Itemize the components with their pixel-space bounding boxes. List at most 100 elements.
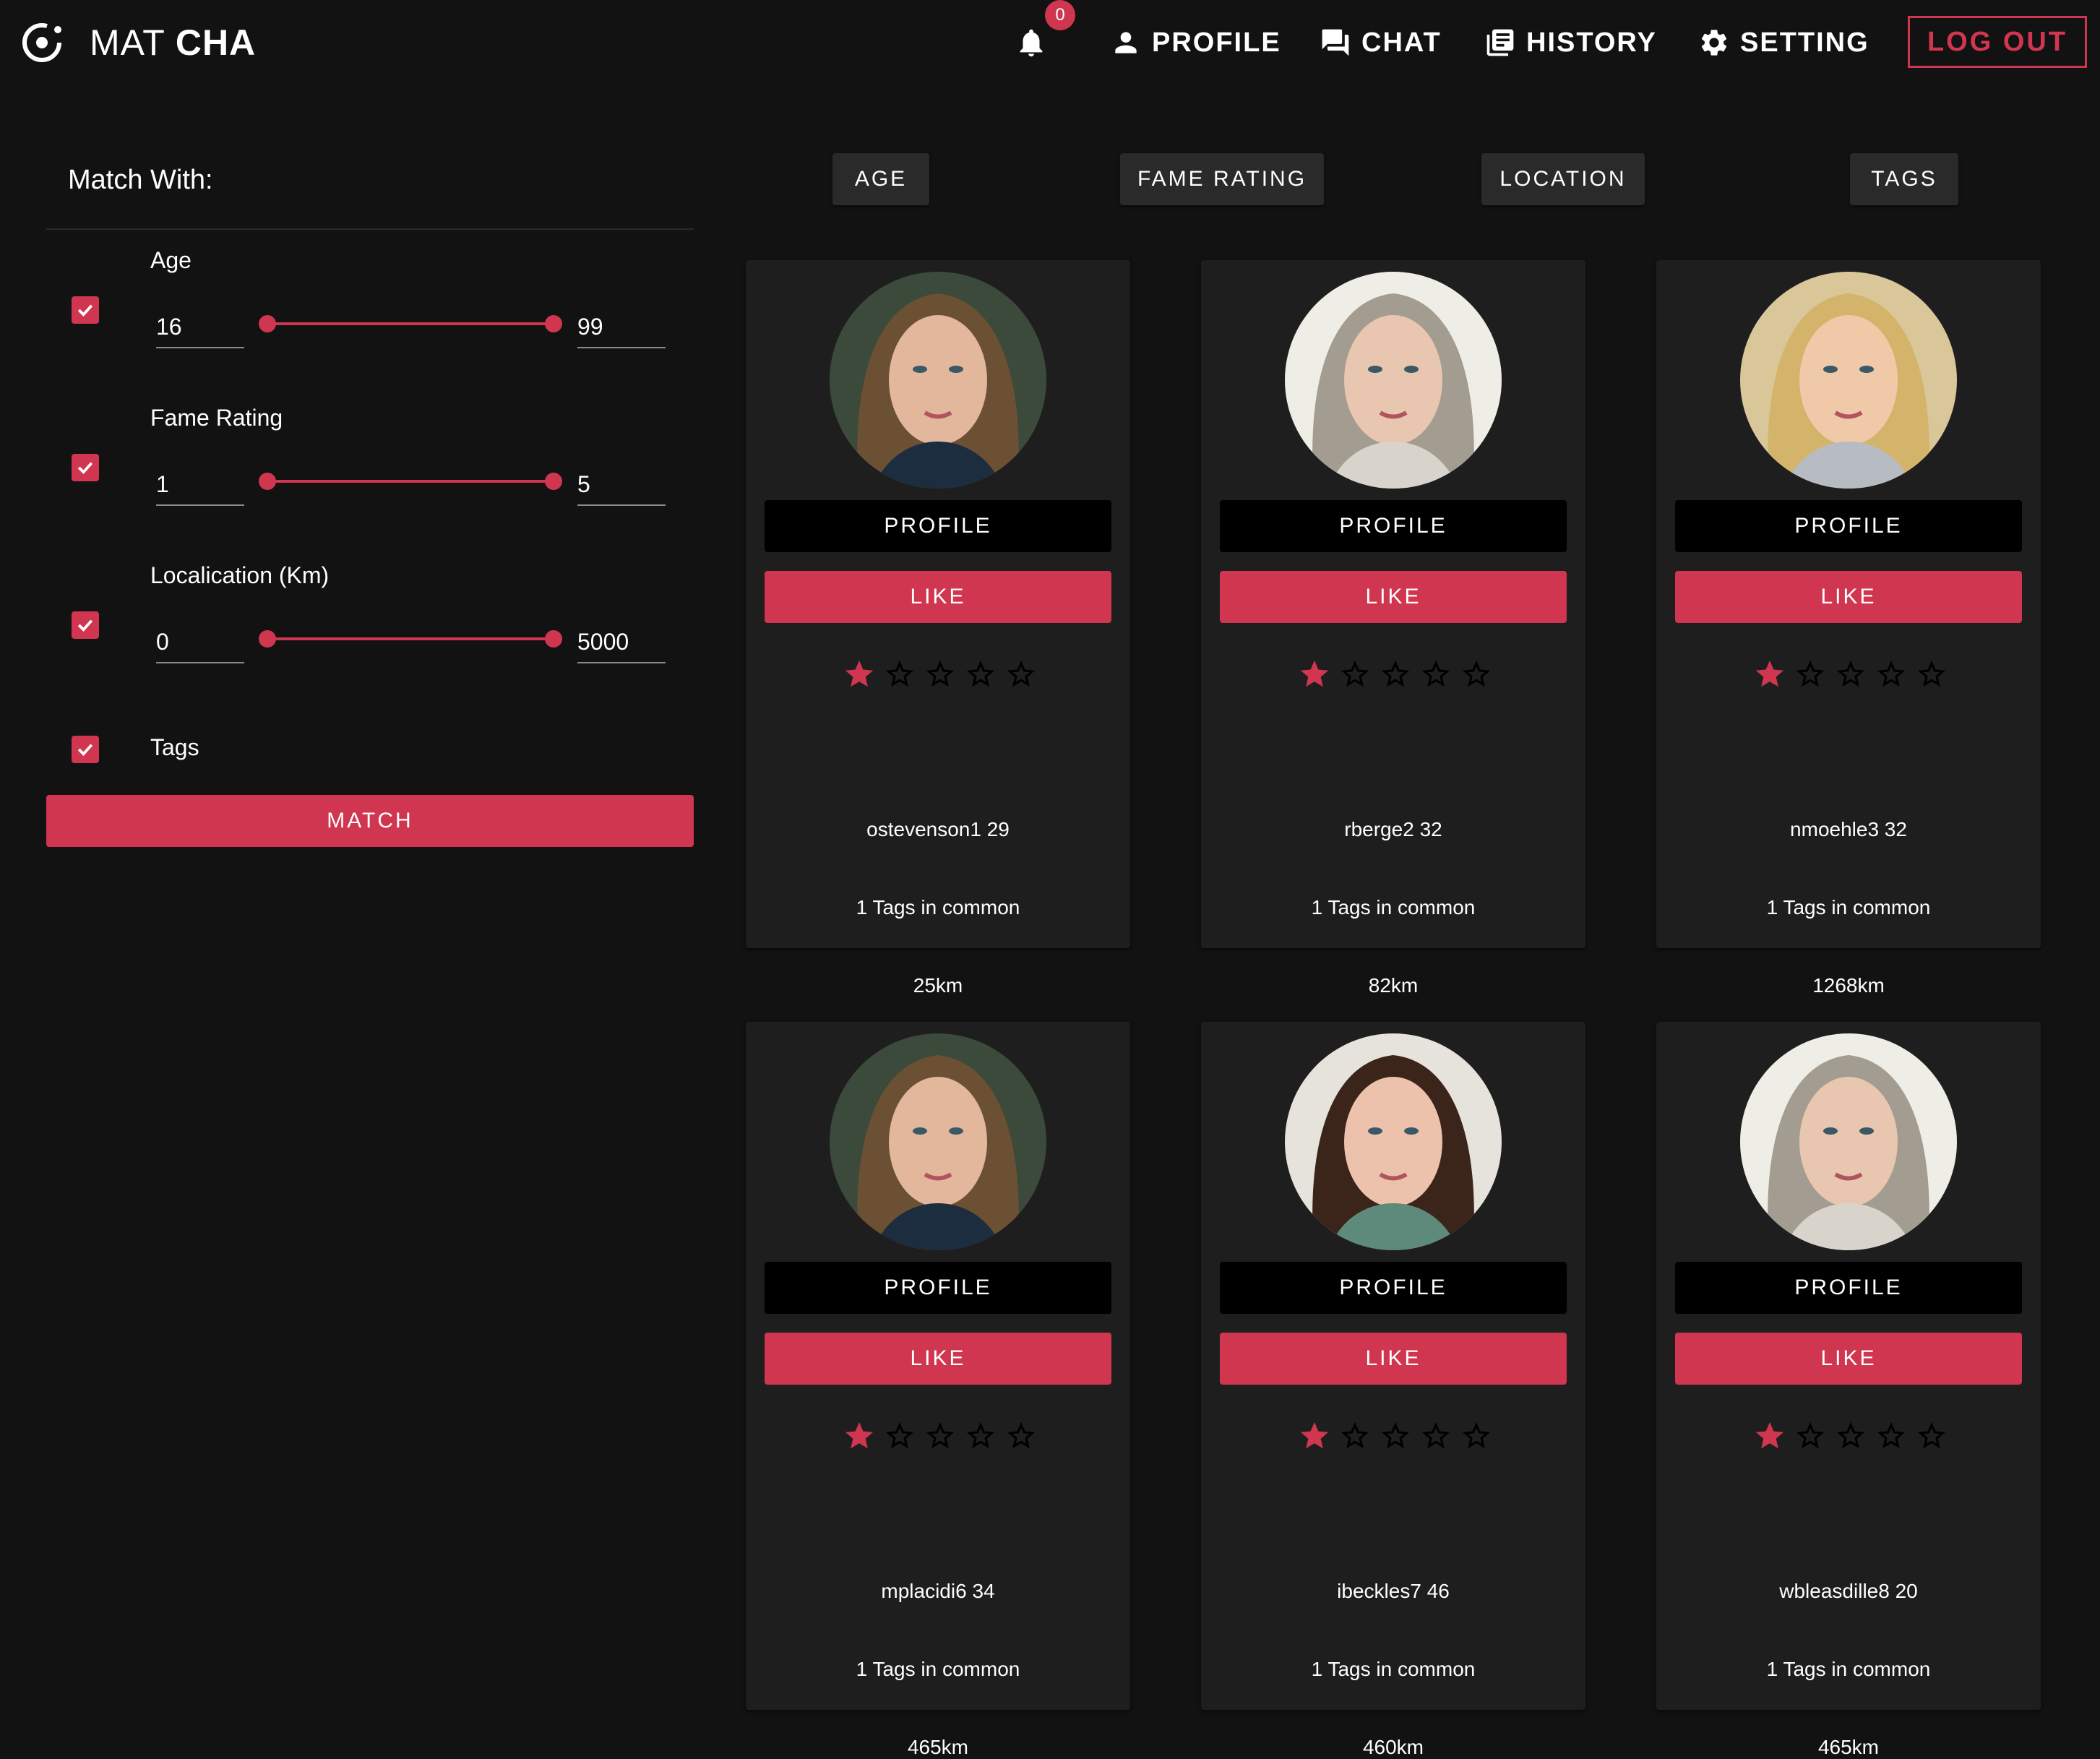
- avatar-photo: [1740, 1033, 1957, 1250]
- sort-by-location-button[interactable]: LOCATION: [1481, 153, 1645, 205]
- check-icon: [77, 304, 93, 317]
- logo-icon: [22, 23, 61, 62]
- age-min-field[interactable]: 16: [156, 305, 244, 348]
- avatar-photo: [1285, 1033, 1502, 1250]
- username-age: ibeckles7 46: [1337, 1580, 1450, 1602]
- tags-in-common: 1 Tags in common: [1311, 1658, 1476, 1680]
- view-profile-button[interactable]: PROFILE: [1220, 1262, 1567, 1314]
- avatar-photo: [1285, 272, 1502, 489]
- avatar[interactable]: [1285, 1033, 1502, 1250]
- star-outline-icon: [1007, 660, 1036, 687]
- sort-by-fame-button[interactable]: FAME RATING: [1120, 153, 1324, 205]
- sort-by-age-button[interactable]: AGE: [832, 153, 929, 205]
- fame-slider-max-handle[interactable]: [545, 473, 562, 490]
- location-min-field[interactable]: 0: [156, 620, 244, 663]
- brand[interactable]: MAT CHA: [19, 17, 256, 68]
- nav-profile[interactable]: PROFILE: [1110, 22, 1281, 64]
- location-slider-track[interactable]: [267, 637, 554, 640]
- panel-title: Match With:: [68, 165, 213, 195]
- tags-filter-checkbox[interactable]: [72, 736, 99, 763]
- star-outline-icon: [1421, 660, 1450, 687]
- tags-in-common: 1 Tags in common: [856, 896, 1020, 919]
- star-filled-icon: [1300, 660, 1329, 687]
- nav-chat[interactable]: CHAT: [1320, 22, 1442, 64]
- location-filter-checkbox[interactable]: [72, 611, 99, 639]
- fame-slider-min-handle[interactable]: [259, 473, 276, 490]
- fame-min-field[interactable]: 1: [156, 463, 244, 506]
- tags-in-common: 1 Tags in common: [856, 1658, 1020, 1680]
- nav-setting-label: SETTING: [1740, 27, 1869, 58]
- nav-setting[interactable]: SETTING: [1698, 22, 1869, 64]
- fame-rating-stars: [843, 658, 1038, 694]
- avatar[interactable]: [1740, 1033, 1957, 1250]
- notification-count-badge: 0: [1045, 0, 1075, 30]
- like-label: LIKE: [1365, 585, 1421, 608]
- avatar-photo: [1740, 272, 1957, 489]
- logout-button[interactable]: LOG OUT: [1908, 16, 2087, 68]
- history-list-icon: [1486, 29, 1514, 56]
- star-outline-icon: [885, 660, 914, 687]
- nav-history[interactable]: HISTORY: [1484, 22, 1657, 64]
- view-profile-label: PROFILE: [1339, 514, 1447, 538]
- like-button[interactable]: LIKE: [765, 571, 1111, 623]
- avatar[interactable]: [830, 1033, 1046, 1250]
- view-profile-label: PROFILE: [1794, 1276, 1903, 1299]
- username-age: nmoehle3 32: [1790, 818, 1907, 840]
- age-slider-track[interactable]: [267, 322, 554, 325]
- view-profile-button[interactable]: PROFILE: [1675, 1262, 2022, 1314]
- star-filled-icon: [1755, 660, 1784, 687]
- avatar[interactable]: [1740, 272, 1957, 489]
- distance: 25km: [913, 974, 963, 997]
- avatar[interactable]: [830, 272, 1046, 489]
- star-filled-icon: [1300, 1422, 1329, 1449]
- like-button[interactable]: LIKE: [765, 1333, 1111, 1385]
- like-label: LIKE: [1820, 1346, 1877, 1370]
- like-button[interactable]: LIKE: [1675, 571, 2022, 623]
- check-icon: [77, 744, 93, 756]
- view-profile-button[interactable]: PROFILE: [1675, 500, 2022, 552]
- star-outline-icon: [1877, 1422, 1906, 1449]
- distance: 1268km: [1812, 974, 1885, 997]
- location-max-field[interactable]: 5000: [577, 620, 666, 663]
- sort-by-tags-button[interactable]: TAGS: [1850, 153, 1958, 205]
- fame-rating-stars: [1753, 658, 1948, 694]
- fame-max-field[interactable]: 5: [577, 463, 666, 506]
- match-button[interactable]: MATCH: [46, 795, 694, 847]
- age-slider-min-handle[interactable]: [259, 315, 276, 332]
- location-slider-min-handle[interactable]: [259, 630, 276, 648]
- fame-filter-checkbox[interactable]: [72, 454, 99, 481]
- star-outline-icon: [1381, 1422, 1410, 1449]
- location-slider-max-handle[interactable]: [545, 630, 562, 648]
- view-profile-button[interactable]: PROFILE: [765, 500, 1111, 552]
- star-outline-icon: [1421, 1422, 1450, 1449]
- star-filled-icon: [1755, 1422, 1784, 1449]
- like-button[interactable]: LIKE: [1220, 571, 1567, 623]
- username-age: rberge2 32: [1344, 818, 1442, 840]
- like-label: LIKE: [910, 1346, 966, 1370]
- avatar[interactable]: [1285, 272, 1502, 489]
- star-outline-icon: [1836, 1422, 1865, 1449]
- username-age: ostevenson1 29: [866, 818, 1010, 840]
- view-profile-button[interactable]: PROFILE: [1220, 500, 1567, 552]
- check-icon: [77, 462, 93, 474]
- top-navigation-bar: MAT CHA 0 PROFILE CHAT HISTORY SETTING L…: [0, 0, 2100, 85]
- star-outline-icon: [926, 660, 955, 687]
- notifications-button[interactable]: [1015, 22, 1052, 64]
- avatar-photo: [830, 272, 1046, 489]
- like-button[interactable]: LIKE: [1675, 1333, 2022, 1385]
- fame-rating-stars: [843, 1419, 1038, 1455]
- star-outline-icon: [966, 1422, 995, 1449]
- profile-card-2: PROFILE LIKE rberge2 32 1 Tags in common…: [1201, 260, 1585, 997]
- view-profile-button[interactable]: PROFILE: [765, 1262, 1111, 1314]
- profile-card-1: PROFILE LIKE ostevenson1 29 1 Tags in co…: [746, 260, 1130, 997]
- like-button[interactable]: LIKE: [1220, 1333, 1567, 1385]
- location-filter-label: Localication (Km): [150, 562, 330, 588]
- fame-slider-track[interactable]: [267, 480, 554, 483]
- star-filled-icon: [845, 1422, 874, 1449]
- star-outline-icon: [1796, 660, 1825, 687]
- age-slider-max-handle[interactable]: [545, 315, 562, 332]
- age-max-field[interactable]: 99: [577, 305, 666, 348]
- age-filter-checkbox[interactable]: [72, 296, 99, 324]
- panel-divider: [46, 228, 694, 230]
- tags-in-common: 1 Tags in common: [1766, 1658, 1931, 1680]
